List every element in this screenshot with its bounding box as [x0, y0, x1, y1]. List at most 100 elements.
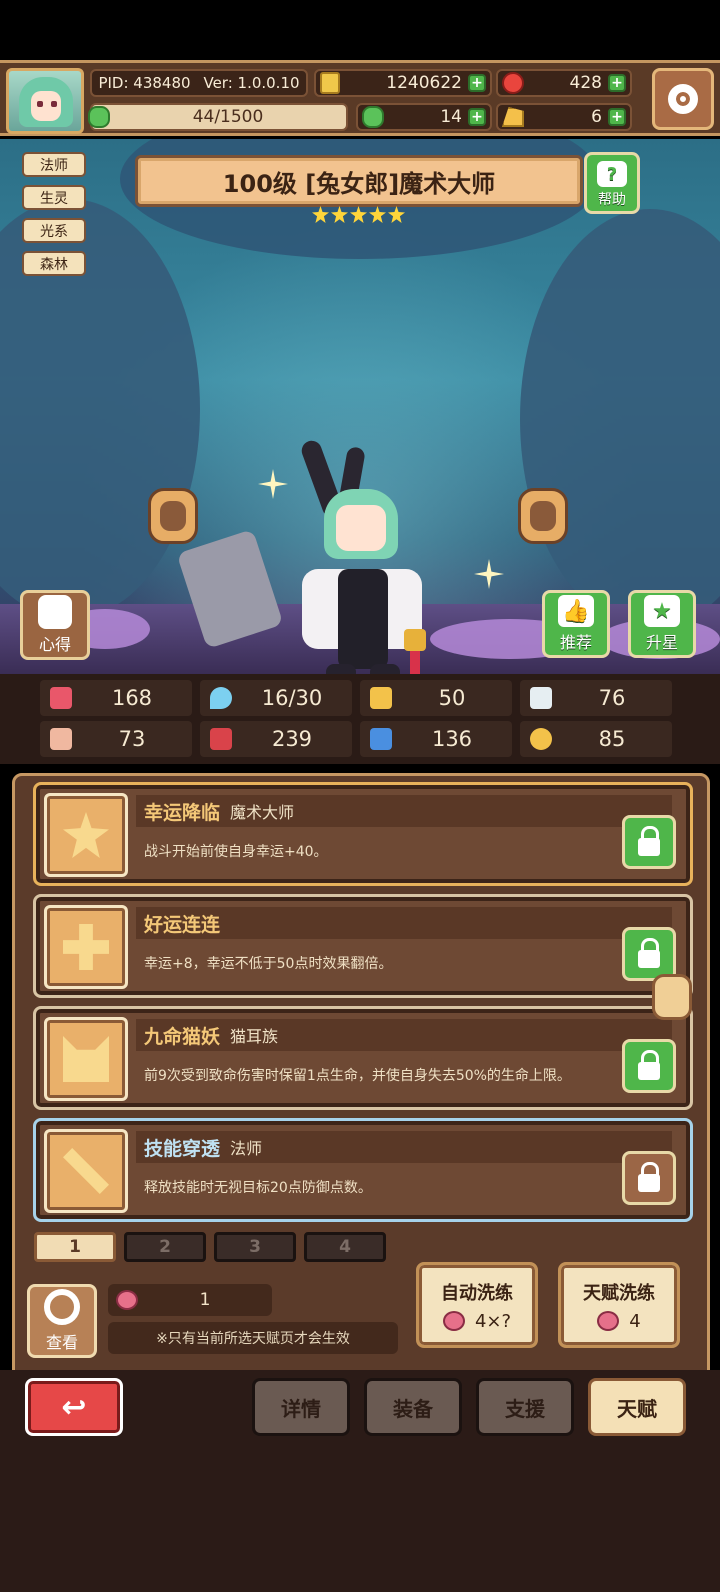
star-icon — [369, 206, 386, 223]
hero-title: 100级 [兔女郎]魔术大师 — [222, 169, 496, 198]
hero-character — [298, 437, 426, 674]
lock-icon — [638, 1050, 660, 1080]
tab-support[interactable]: 支援 — [476, 1378, 574, 1436]
player-id: PID: 438480 — [98, 74, 191, 92]
tab-page-3[interactable]: 3 — [214, 1232, 296, 1262]
game-version: Ver: 1.0.0.10 — [203, 74, 300, 92]
talent-tag: 法师 — [230, 1139, 263, 1158]
auto-wash-cost: 4×? — [474, 1310, 512, 1332]
view-button[interactable]: 查看 — [27, 1284, 97, 1358]
notes-label: 心得 — [38, 635, 71, 654]
star-icon — [350, 206, 367, 223]
notes-button[interactable]: 心得 — [20, 590, 90, 660]
cat-face-icon — [63, 1036, 109, 1082]
add-gem-button[interactable]: + — [608, 74, 626, 92]
left-arrow-icon — [160, 501, 186, 531]
help-label: 帮助 — [598, 192, 626, 208]
star-icon — [331, 206, 348, 223]
auto-wash-title: 自动洗练 — [441, 1282, 513, 1304]
exp-bar: 44/1500 — [88, 103, 348, 131]
prev-hero-button[interactable] — [148, 488, 198, 544]
lock-toggle[interactable] — [622, 815, 676, 869]
tag-element[interactable]: 光系 — [22, 218, 86, 243]
stat-hp: 168 — [40, 680, 192, 716]
talent-icon — [44, 793, 128, 877]
return-arrow-icon: ↩ — [61, 1389, 87, 1425]
lock-icon — [638, 826, 660, 856]
star-icon — [388, 206, 405, 223]
clover-amount: 14 — [440, 107, 462, 127]
cheese-pill: 6 + — [496, 103, 632, 131]
add-clover-button[interactable]: + — [468, 108, 486, 126]
add-cheese-button[interactable]: + — [608, 108, 626, 126]
scroll-handle[interactable] — [652, 974, 692, 1020]
recommend-label: 推荐 — [559, 633, 592, 652]
stat-mana-value: 16/30 — [261, 686, 323, 710]
tab-equipment[interactable]: 装备 — [364, 1378, 462, 1436]
tag-habitat[interactable]: 森林 — [22, 251, 86, 276]
lock-toggle[interactable] — [622, 1039, 676, 1093]
tab-talent[interactable]: 天赋 — [588, 1378, 686, 1436]
talent-desc: 幸运+8，幸运不低于50点时效果翻倍。 — [144, 956, 393, 972]
talent-card[interactable]: 九命猫妖 猫耳族 前9次受到致命伤害时保留1点生命，并使自身失去50%的生命上限… — [33, 1006, 693, 1110]
star-up-button[interactable]: ★ 升星 — [628, 590, 696, 658]
talent-desc: 释放技能时无视目标20点防御点数。 — [144, 1180, 372, 1196]
page-note: ※只有当前所选天赋页才会生效 — [108, 1322, 398, 1354]
id-version-pill: PID: 438480 Ver: 1.0.0.10 — [90, 69, 308, 97]
right-arrow-icon — [530, 501, 556, 531]
magnifier-icon — [44, 1289, 80, 1325]
recommend-button[interactable]: 👍 推荐 — [542, 590, 610, 658]
question-icon: ? — [597, 161, 627, 187]
tab-details[interactable]: 详情 — [252, 1378, 350, 1436]
magic-staff-icon — [63, 1148, 109, 1194]
talent-name: 好运连连 — [144, 913, 221, 936]
help-button[interactable]: ? 帮助 — [584, 152, 640, 214]
unlock-icon — [638, 1162, 660, 1192]
tag-race[interactable]: 生灵 — [22, 185, 86, 210]
back-button[interactable]: ↩ — [25, 1378, 123, 1436]
talent-card[interactable]: 好运连连 幸运+8，幸运不低于50点时效果翻倍。 — [33, 894, 693, 998]
stat-luck-value: 85 — [598, 727, 626, 751]
talent-card[interactable]: 技能穿透 法师 释放技能时无视目标20点防御点数。 — [33, 1118, 693, 1222]
next-hero-button[interactable] — [518, 488, 568, 544]
notebook-icon — [38, 595, 72, 629]
stat-agility-value: 136 — [431, 727, 473, 751]
talent-wash-title: 天赋洗练 — [583, 1282, 655, 1304]
top-bar: PID: 438480 Ver: 1.0.0.10 1240622 + 428 … — [0, 60, 720, 136]
stats-panel: 168 16/30 50 76 73 239 136 85 — [0, 674, 720, 764]
talent-name: 幸运降临 — [144, 801, 221, 824]
stat-speed: 76 — [520, 680, 672, 716]
gear-icon — [668, 84, 698, 114]
talent-wash-button[interactable]: 天赋洗练 4 — [558, 1262, 680, 1348]
stat-mana: 16/30 — [200, 680, 352, 716]
lucky-star-icon — [63, 812, 109, 858]
peach-icon — [597, 1311, 620, 1331]
cross-clover-icon — [63, 924, 109, 970]
tab-page-2[interactable]: 2 — [124, 1232, 206, 1262]
talent-card[interactable]: 幸运降临 魔术大师 战斗开始前使自身幸运+40。 — [33, 782, 693, 886]
star-badge-icon: ★ — [644, 595, 680, 627]
talent-tag: 猫耳族 — [230, 1027, 279, 1046]
unlock-toggle[interactable] — [622, 1151, 676, 1205]
tag-class[interactable]: 法师 — [22, 152, 86, 177]
add-gold-button[interactable]: + — [468, 74, 486, 92]
peach-count-pill: 1 — [108, 1284, 272, 1316]
hero-stars — [312, 206, 405, 223]
cheese-icon — [502, 107, 524, 127]
talent-page-tabs: 1 2 3 4 — [34, 1232, 386, 1262]
tab-page-1[interactable]: 1 — [34, 1232, 116, 1262]
gold-pill: 1240622 + — [314, 69, 492, 97]
boot-icon — [370, 728, 392, 750]
talent-desc: 战斗开始前使自身幸运+40。 — [144, 844, 328, 860]
talent-tag: 魔术大师 — [230, 803, 295, 822]
tab-page-4[interactable]: 4 — [304, 1232, 386, 1262]
player-avatar[interactable] — [6, 68, 84, 134]
lock-toggle[interactable] — [622, 927, 676, 981]
auto-wash-button[interactable]: 自动洗练 4×? — [416, 1262, 538, 1348]
red-gem-icon — [502, 72, 524, 94]
gold-coin-icon — [320, 72, 340, 94]
settings-button[interactable] — [652, 68, 714, 130]
hero-title-banner: 100级 [兔女郎]魔术大师 — [135, 155, 583, 207]
stat-defense: 50 — [360, 680, 512, 716]
talent-desc: 前9次受到致命伤害时保留1点生命，并使自身失去50%的生命上限。 — [144, 1068, 571, 1084]
